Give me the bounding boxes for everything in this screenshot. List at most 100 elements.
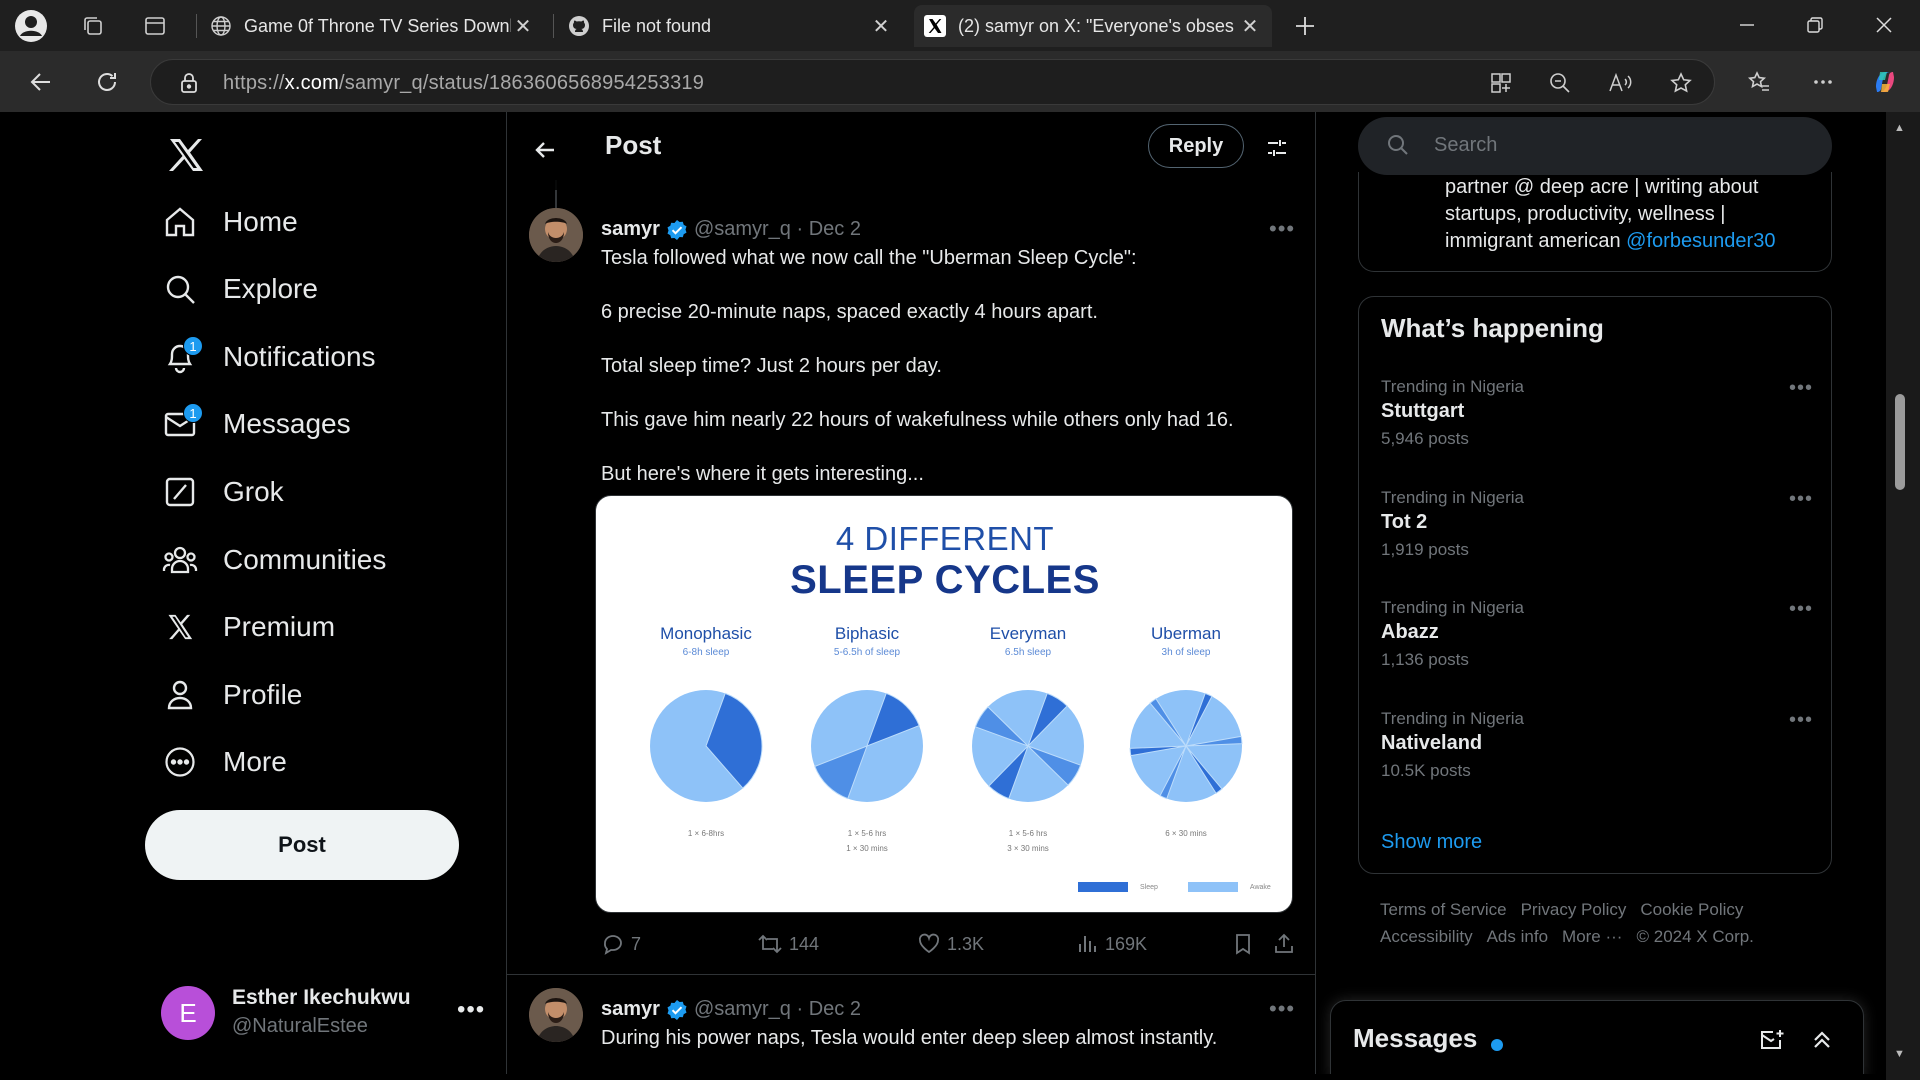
tab-actions-icon[interactable] <box>138 9 172 43</box>
profile-bio-card[interactable]: partner @ deep acre | writing about star… <box>1358 172 1832 272</box>
close-tab-icon[interactable]: ✕ <box>869 14 893 39</box>
like-action[interactable]: 1.3K <box>917 932 984 956</box>
trend-item[interactable]: Trending in Nigeria Stuttgart 5,946 post… <box>1381 377 1813 467</box>
more-circle-icon <box>161 743 199 781</box>
footer-link[interactable]: Accessibility <box>1380 927 1473 946</box>
search-input[interactable]: Search <box>1358 117 1832 175</box>
author-name[interactable]: samyr <box>601 218 660 241</box>
nav-messages[interactable]: 1 Messages <box>161 396 351 452</box>
x-page: Home Explore 1 Notifications 1 Messages <box>6 112 1886 1074</box>
tweet-header: samyr @samyr_q · Dec 2 <box>601 998 861 1021</box>
messages-dock[interactable]: Messages <box>1330 1000 1864 1074</box>
back-icon[interactable] <box>22 63 60 101</box>
nav-profile[interactable]: Profile <box>161 667 302 723</box>
chart-note-line: 1 × 5-6 hrs <box>1008 829 1048 838</box>
more-icon[interactable]: ••• <box>457 996 485 1024</box>
chart-category-label: Everyman <box>989 624 1067 643</box>
nav-notifications[interactable]: 1 Notifications <box>161 329 376 385</box>
views-action[interactable]: 169K <box>1075 932 1147 956</box>
more-icon[interactable]: ••• <box>1789 488 1813 511</box>
profile-avatar-icon[interactable] <box>14 9 48 43</box>
footer-link[interactable]: Privacy Policy <box>1521 900 1627 919</box>
settings-more-icon[interactable] <box>1804 63 1842 101</box>
x-logo-icon[interactable] <box>161 130 211 180</box>
bookmark-action[interactable] <box>1232 932 1260 956</box>
bookmark-icon <box>1236 934 1250 955</box>
tab-file-not-found[interactable]: File not found ✕ <box>558 5 903 47</box>
mention-link[interactable]: @forbesunder30 <box>1626 230 1775 252</box>
refresh-icon[interactable] <box>88 63 126 101</box>
more-icon[interactable]: ••• <box>1789 598 1813 621</box>
avatar[interactable] <box>529 988 583 1042</box>
new-message-icon[interactable] <box>1755 1023 1789 1057</box>
tweet-actions: 7 144 1.3K 169K <box>601 932 1295 962</box>
lock-icon[interactable] <box>175 69 203 97</box>
legend-swatch-awake <box>1187 882 1238 892</box>
chart-column-monophasic: Monophasic 6-8h sleep <box>626 624 786 658</box>
tab-samyr-on-x[interactable]: (2) samyr on X: "Everyone's obses ✕ <box>914 5 1272 47</box>
close-tab-icon[interactable]: ✕ <box>511 14 535 39</box>
footer-link[interactable]: More ··· <box>1562 927 1622 946</box>
browser-tab-bar: Game 0f Throne TV Series Downlo ✕ File n… <box>0 0 1920 51</box>
app-available-icon[interactable] <box>1487 69 1515 97</box>
tweet-media-image[interactable]: 4 DIFFERENT SLEEP CYCLES Sleep Awake Mon… <box>595 495 1293 913</box>
more-icon[interactable]: ••• <box>1789 377 1813 400</box>
more-icon[interactable]: ••• <box>1269 996 1295 1022</box>
url-text[interactable]: https://x.com/samyr_q/status/18636065689… <box>223 72 704 95</box>
trend-name: Stuttgart <box>1381 400 1465 422</box>
chart-category-sublabel: 6.5h sleep <box>1004 647 1052 658</box>
url-bar[interactable]: https://x.com/samyr_q/status/18636065689… <box>150 59 1715 105</box>
scroll-down-icon[interactable]: ▼ <box>1894 1048 1905 1060</box>
chevron-up-icon[interactable] <box>1805 1023 1839 1057</box>
back-arrow-icon[interactable] <box>527 132 563 168</box>
repost-action[interactable]: 144 <box>757 932 819 956</box>
more-icon[interactable]: ••• <box>1789 709 1813 732</box>
trend-item[interactable]: Trending in Nigeria Abazz 1,136 posts ••… <box>1381 598 1813 688</box>
nav-more[interactable]: More <box>161 734 287 790</box>
trend-count: 1,919 posts <box>1381 540 1469 559</box>
scroll-up-icon[interactable]: ▲ <box>1894 122 1905 134</box>
zoom-out-icon[interactable] <box>1546 69 1574 97</box>
favorite-star-icon[interactable] <box>1667 69 1695 97</box>
close-tab-icon[interactable]: ✕ <box>1238 14 1262 39</box>
close-window-icon[interactable] <box>1854 6 1914 44</box>
copyright: © 2024 X Corp. <box>1636 927 1754 946</box>
restore-icon[interactable] <box>1785 6 1845 44</box>
tab-game-of-thrones[interactable]: Game 0f Throne TV Series Downlo ✕ <box>200 5 545 47</box>
tweet[interactable]: samyr @samyr_q · Dec 2 ••• During his po… <box>507 988 1315 1074</box>
author-meta: @samyr_q · Dec 2 <box>693 998 861 1020</box>
post-button[interactable]: Post <box>145 810 459 880</box>
new-tab-icon[interactable] <box>1288 9 1322 43</box>
nav-communities[interactable]: Communities <box>161 532 386 588</box>
filter-settings-icon[interactable] <box>1259 130 1295 166</box>
scrollbar-thumb[interactable] <box>1895 394 1905 490</box>
trend-count: 1,136 posts <box>1381 650 1469 669</box>
reply-button[interactable]: Reply <box>1148 124 1244 168</box>
trend-item[interactable]: Trending in Nigeria Nativeland 10.5K pos… <box>1381 709 1813 799</box>
page-scrollbar[interactable]: ▲ ▼ <box>1886 112 1920 1080</box>
footer-link[interactable]: Cookie Policy <box>1640 900 1743 919</box>
collections-icon[interactable] <box>76 9 110 43</box>
nav-grok[interactable]: Grok <box>161 464 284 520</box>
legend-swatch-sleep <box>1078 882 1128 892</box>
avatar[interactable] <box>529 208 583 262</box>
reply-action[interactable]: 7 <box>601 932 641 956</box>
author-name[interactable]: samyr <box>601 998 660 1021</box>
show-more-link[interactable]: Show more <box>1381 831 1482 854</box>
nav-explore[interactable]: Explore <box>161 261 318 317</box>
nav-home[interactable]: Home <box>161 194 298 250</box>
footer-link[interactable]: Terms of Service <box>1380 900 1507 919</box>
read-aloud-icon[interactable] <box>1606 69 1634 97</box>
tweet-header: samyr @samyr_q · Dec 2 <box>601 218 861 241</box>
account-switcher[interactable]: E Esther Ikechukwu @NaturalEstee ••• <box>161 982 491 1046</box>
more-icon[interactable]: ••• <box>1269 216 1295 242</box>
nav-premium[interactable]: Premium <box>161 599 335 655</box>
minimize-icon[interactable] <box>1717 6 1777 44</box>
chart-legend: Sleep Awake <box>1078 882 1271 892</box>
copilot-icon[interactable] <box>1866 63 1904 101</box>
favorites-icon[interactable] <box>1740 63 1778 101</box>
share-action[interactable] <box>1273 932 1301 956</box>
footer-link[interactable]: Ads info <box>1487 927 1548 946</box>
trend-item[interactable]: Trending in Nigeria Tot 2 1,919 posts ••… <box>1381 488 1813 578</box>
mail-icon: 1 <box>161 403 203 443</box>
